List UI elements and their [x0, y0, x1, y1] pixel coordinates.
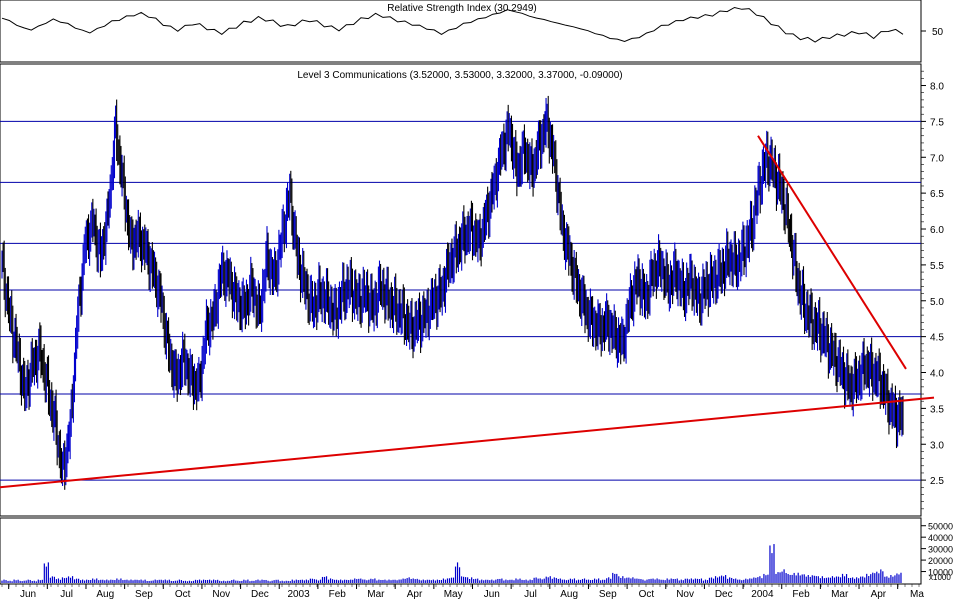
stock-chart: Relative Strength Index (30.2949) Level …: [0, 0, 953, 600]
x-tick-label: Jun: [20, 589, 36, 599]
price-tick-label: 6.0: [930, 225, 944, 236]
price-title: Level 3 Communications (3.52000, 3.53000…: [297, 70, 622, 81]
x-tick-label: Sep: [135, 589, 153, 599]
rsi-tick-label: 50: [932, 27, 944, 38]
x-tick-label: Apr: [871, 589, 887, 599]
x-tick-label: Sep: [599, 589, 617, 599]
x-tick-label: Mar: [367, 589, 385, 599]
x-tick-label: Dec: [715, 589, 733, 599]
x-tick-label: Apr: [407, 589, 423, 599]
volume-panel-frame: [0, 517, 922, 585]
x-tick-label: Nov: [212, 589, 230, 599]
price-tick-label: 2.5: [930, 476, 944, 487]
volume-tick-label: 30000: [928, 545, 953, 555]
trendlines: [0, 135, 935, 489]
volume-tick-label: 40000: [928, 533, 953, 543]
volume-unit-note: x1000: [929, 573, 951, 582]
x-tick-label: Dec: [251, 589, 269, 599]
x-tick-label: Jul: [60, 589, 73, 599]
x-tick-label: Feb: [329, 589, 347, 599]
price-tick-label: 3.5: [930, 404, 944, 415]
x-tick-label: 2003: [287, 589, 310, 599]
x-tick-label: Nov: [676, 589, 694, 599]
x-tick-label: 2004: [751, 589, 774, 599]
x-tick-label: Jul: [524, 589, 537, 599]
price-tick-label: 3.0: [930, 440, 944, 451]
x-tick-label: Oct: [175, 589, 191, 599]
price-bars: [1, 95, 904, 490]
x-tick-label: Mar: [831, 589, 849, 599]
rsi-title: Relative Strength Index (30.2949): [387, 3, 537, 14]
volume-tick-label: 20000: [928, 556, 953, 566]
x-axis: Jun Jul Aug Sep Oct Nov Dec 2003 Feb Mar Apr May Jun…: [1, 584, 924, 600]
volume-axis: 1000020000300004000050000x1000: [921, 522, 953, 582]
volume-tick-label: 50000: [928, 522, 953, 532]
price-tick-label: 5.5: [930, 261, 944, 272]
price-tick-label: 7.5: [930, 117, 944, 128]
price-axis: 2.5 3.0 3.5 4.0 4.5 5.0 5.5 6.0 6.5 7.0 7.5 8.0: [921, 70, 944, 510]
price-tick-label: 6.5: [930, 189, 944, 200]
price-tick-label: 7.0: [930, 153, 944, 164]
price-tick-label: 5.0: [930, 297, 944, 308]
x-tick-label: May: [444, 589, 463, 599]
x-tick-label: Oct: [639, 589, 655, 599]
x-tick-label: Jun: [484, 589, 500, 599]
price-tick-label: 8.0: [930, 82, 944, 93]
rsi-axis: 50: [921, 27, 944, 38]
x-tick-label: Ma: [910, 589, 924, 599]
price-tick-label: 4.0: [930, 369, 944, 380]
x-tick-label: Aug: [560, 589, 578, 599]
x-tick-label: Feb: [792, 589, 810, 599]
trendline: [0, 396, 935, 489]
price-tick-label: 4.5: [930, 333, 944, 344]
chart-window: Relative Strength Index (30.2949) Level …: [0, 0, 964, 600]
volume-bars: [1, 544, 902, 583]
x-tick-label: Aug: [96, 589, 114, 599]
